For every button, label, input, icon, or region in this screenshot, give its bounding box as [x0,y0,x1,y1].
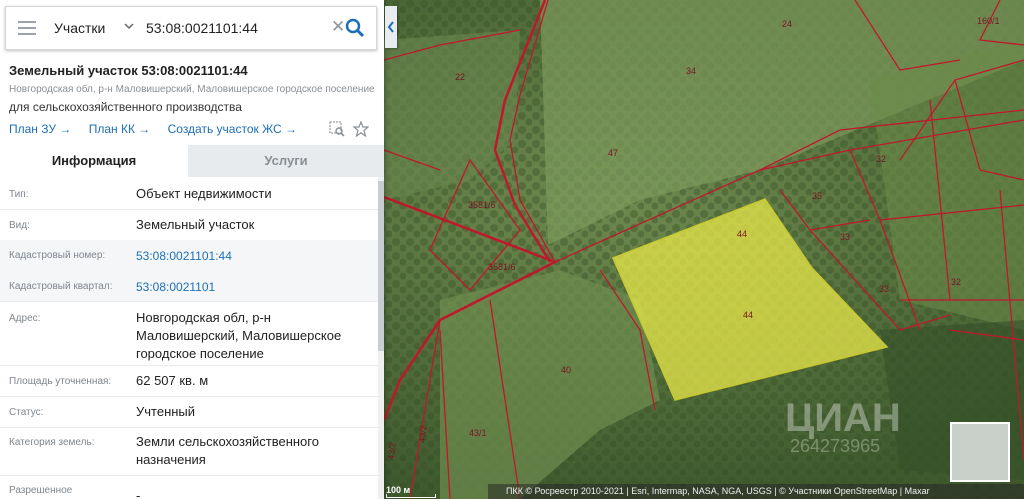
parcel-label: 43/1 [469,428,487,438]
table-row: Вид: Земельный участок [0,209,378,241]
table-row: Площадь уточненная: 62 507 кв. м [0,365,378,397]
parcel-label: 40 [561,365,571,375]
table-row: Адрес: Новгородская обл, р-н Маловишерск… [0,301,378,366]
purpose-text: для сельскохозяйственного производства [9,100,242,114]
parcel-label: 33 [879,284,889,294]
table-row: Статус: Учтенный [0,396,378,428]
plan-zu-link[interactable]: План ЗУ → [9,122,71,136]
row-value: Земли сельскохозяйственного назначения [136,434,319,467]
row-label: Площадь уточненная: [9,376,112,387]
table-row: Кадастровый номер: 53:08:0021101:44 [0,240,378,271]
parcel-label: 44 [743,310,753,320]
row-label: Кадастровый квартал: [9,281,113,292]
parcel-label: 47 [608,148,618,158]
minimap-button[interactable] [950,422,1010,482]
table-row: Разрешенное - [0,475,378,499]
row-value: Объект недвижимости [136,186,272,201]
parcel-label: 43/2 [386,442,397,460]
table-row: Тип: Объект недвижимости [0,178,378,210]
parcel-label: 32 [951,277,961,287]
parcel-label: 33 [840,232,850,242]
links-row: План ЗУ → План КК → Создать участок ЖС → [9,122,311,136]
create-parcel-link[interactable]: Создать участок ЖС → [168,122,297,136]
parcel-label: 34 [686,66,696,76]
parcel-label: 22 [455,72,465,82]
watermark: ЦИАН [785,396,901,440]
tab-services[interactable]: Услуги [188,145,384,177]
parcel-label: 24 [782,19,792,29]
row-value: Учтенный [136,404,196,419]
parcel-label: 32 [876,154,886,164]
layer-select[interactable]: Участки [54,20,105,36]
scrollbar[interactable] [378,177,384,499]
parcel-label: 3581/6 [468,200,496,210]
scale-bar [386,494,436,498]
tab-information[interactable]: Информация [0,145,188,177]
search-input[interactable]: 53:08:0021101:44 [146,20,258,36]
row-value: - [136,488,141,499]
address-subtitle: Новгородская обл, р-н Маловишерский, Мал… [9,84,375,95]
row-value: Земельный участок [136,217,255,232]
table-row: Кадастровый квартал: 53:08:0021101 [0,270,378,302]
row-value: 62 507 кв. м [136,373,209,388]
star-icon[interactable] [353,121,369,137]
search-icon[interactable] [344,17,366,39]
parcel-label: 44 [737,229,747,239]
row-label: Категория земель: [9,437,95,448]
info-panel: Участки 53:08:0021101:44 ✕ Земельный уча… [0,0,384,499]
plan-kk-link[interactable]: План КК → [89,122,151,136]
row-label: Адрес: [9,313,41,324]
parcel-label: 35 [812,191,822,201]
collapse-panel-button[interactable] [385,6,397,48]
row-label: Статус: [9,407,44,418]
chevron-left-icon [387,21,394,33]
row-label: Вид: [9,220,30,231]
watermark-id: 264273965 [790,436,881,456]
cadastral-quarter-link[interactable]: 53:08:0021101 [136,278,371,296]
row-value: Новгородская обл, р-н Маловишерский, Мал… [136,310,342,361]
page-title: Земельный участок 53:08:0021101:44 [9,63,248,78]
menu-icon[interactable] [18,21,36,35]
row-label: Разрешенное [9,485,73,496]
zoom-to-icon[interactable] [329,121,345,137]
table-row: Категория земель: Земли сельскохозяйстве… [0,427,378,476]
search-bar: Участки 53:08:0021101:44 ✕ [5,6,377,50]
tabs: Информация Услуги [0,145,384,177]
row-label: Кадастровый номер: [9,250,106,261]
parcel-label: 43/2 [417,425,428,443]
map-attribution: ПКК © Росреестр 2010-2021 | Esri, Interm… [488,484,1024,499]
parcel-label: 3581/6 [488,262,516,272]
row-label: Тип: [9,189,29,200]
chevron-down-icon[interactable] [124,22,134,30]
cadastral-number-link[interactable]: 53:08:0021101:44 [136,247,371,265]
parcel-label: 160/1 [977,16,1000,26]
